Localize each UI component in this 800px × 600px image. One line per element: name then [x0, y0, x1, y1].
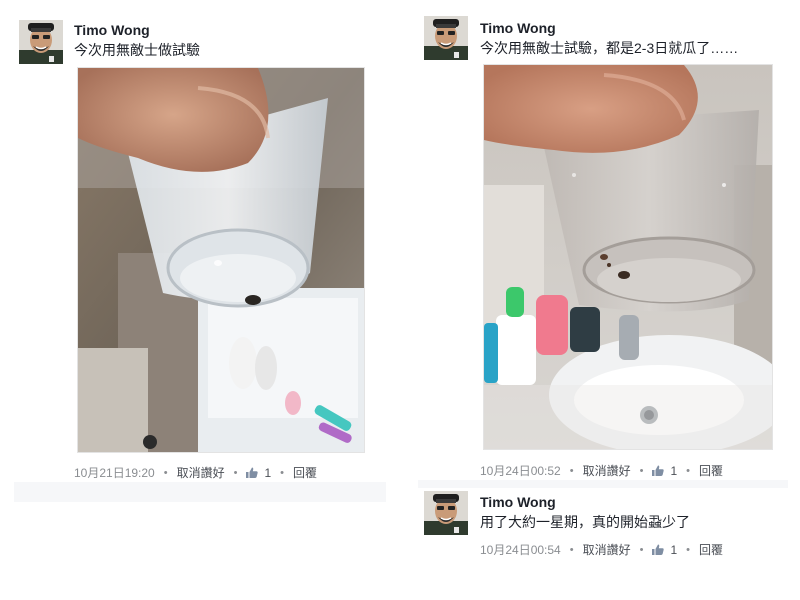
reply-button[interactable]: 回覆: [293, 464, 317, 481]
avatar[interactable]: [424, 491, 468, 535]
post-author[interactable]: Timo Wong: [74, 22, 150, 38]
post-photo[interactable]: [484, 65, 772, 449]
comment-text: 用了大約一星期，真的開始蝨少了: [480, 514, 690, 530]
separator-dot: •: [639, 543, 644, 556]
avatar[interactable]: [424, 16, 468, 60]
reply-button[interactable]: 回覆: [699, 541, 723, 558]
divider: [418, 480, 788, 488]
left-post-panel: Timo Wong 今次用無敵士做試驗 10月21日19:20 • 取消讚好 •…: [14, 10, 386, 590]
comment-author[interactable]: Timo Wong: [480, 494, 556, 510]
thumbs-up-icon: [652, 465, 665, 476]
post-timestamp[interactable]: 10月21日19:20: [74, 464, 155, 481]
post-author[interactable]: Timo Wong: [480, 20, 556, 36]
separator-dot: •: [569, 464, 574, 477]
separator-dot: •: [686, 464, 691, 477]
avatar[interactable]: [19, 20, 63, 64]
post-timestamp[interactable]: 10月24日00:52: [480, 462, 561, 479]
separator-dot: •: [569, 543, 574, 556]
separator-dot: •: [163, 466, 168, 479]
post-photo[interactable]: [78, 68, 364, 452]
like-count[interactable]: 1: [264, 466, 271, 480]
reply-button[interactable]: 回覆: [699, 462, 723, 479]
post-text: 今次用無敵士試驗，都是2-3日就瓜了……: [480, 40, 739, 56]
right-post-panel: Timo Wong 今次用無敵士試驗，都是2-3日就瓜了…… 10月24日00:…: [418, 10, 788, 565]
separator-dot: •: [639, 464, 644, 477]
separator-dot: •: [686, 543, 691, 556]
thumbs-up-icon: [652, 544, 665, 555]
divider: [14, 482, 386, 502]
comment-meta: 10月24日00:54 • 取消讚好 • 1 • 回覆: [480, 541, 723, 558]
unlike-button[interactable]: 取消讚好: [177, 464, 225, 481]
separator-dot: •: [233, 466, 238, 479]
unlike-button[interactable]: 取消讚好: [583, 462, 631, 479]
post-meta: 10月21日19:20 • 取消讚好 • 1 • 回覆: [74, 464, 317, 481]
post-text: 今次用無敵士做試驗: [74, 42, 200, 58]
separator-dot: •: [280, 466, 285, 479]
comment-timestamp[interactable]: 10月24日00:54: [480, 541, 561, 558]
post-meta: 10月24日00:52 • 取消讚好 • 1 • 回覆: [480, 462, 723, 479]
thumbs-up-icon: [246, 467, 259, 478]
unlike-button[interactable]: 取消讚好: [583, 541, 631, 558]
like-count[interactable]: 1: [670, 543, 677, 557]
like-count[interactable]: 1: [670, 464, 677, 478]
